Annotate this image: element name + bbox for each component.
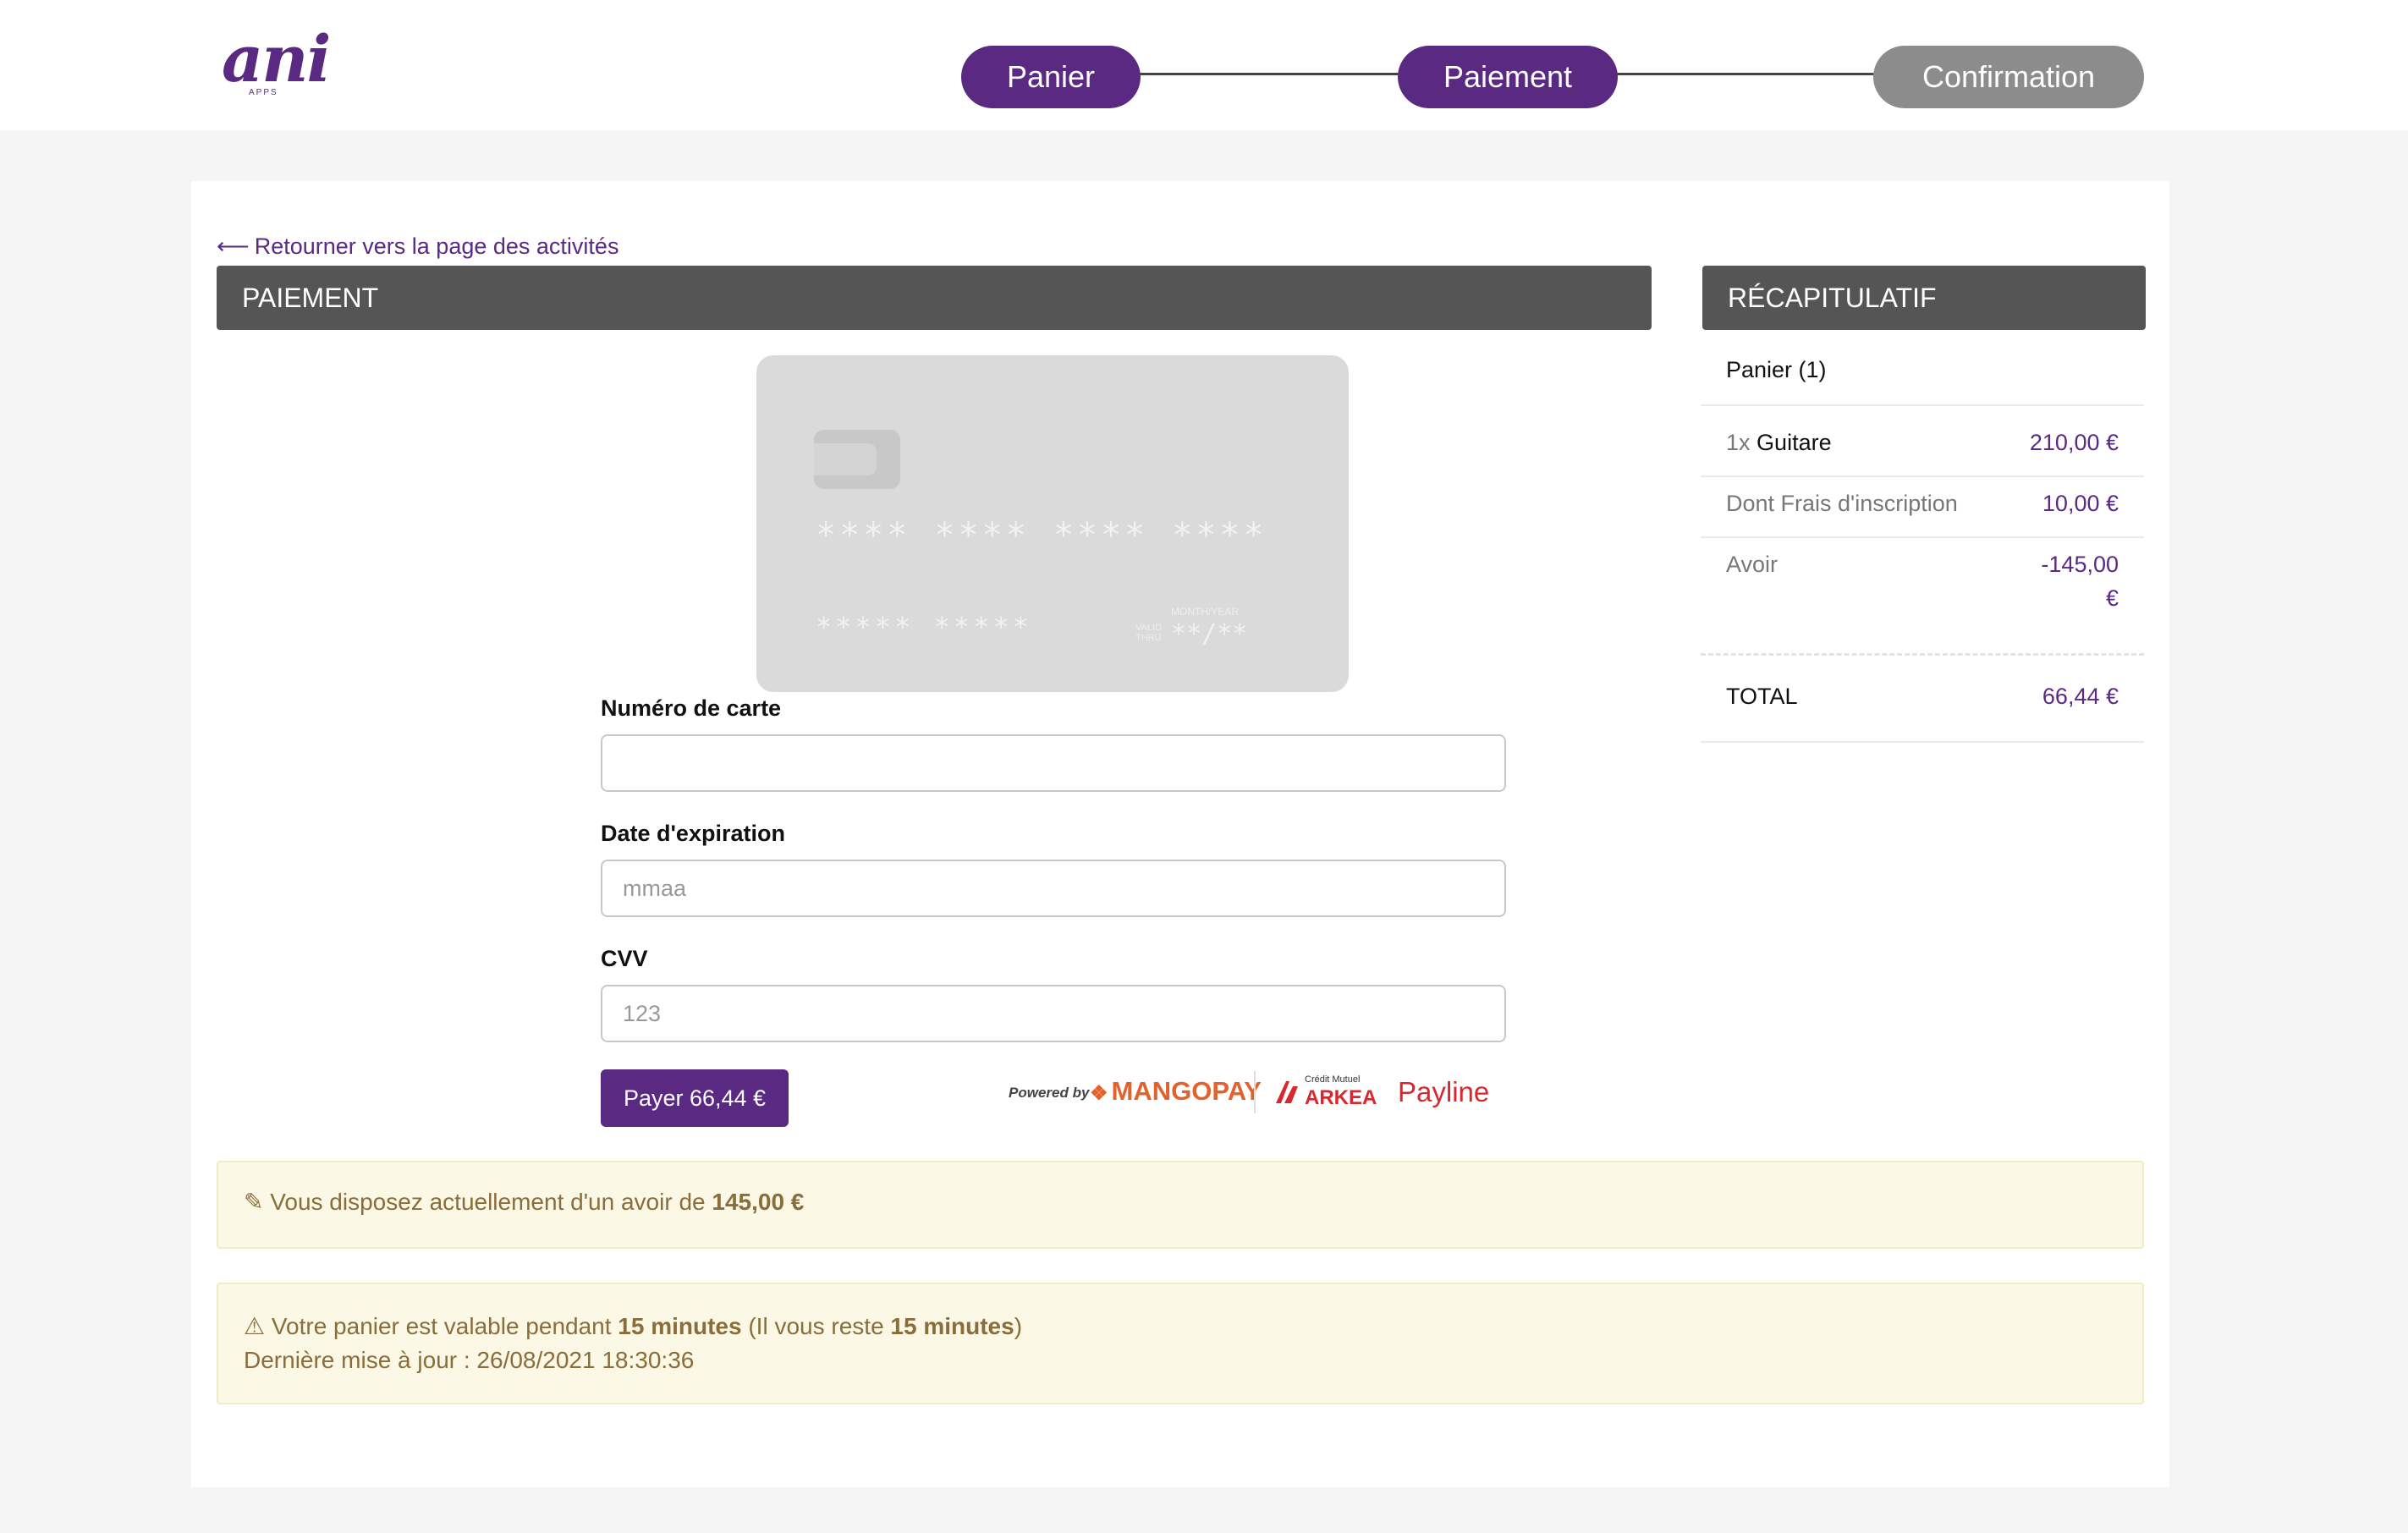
mangopay-text: MANGOPAY xyxy=(1111,1076,1262,1106)
credit-price-line2: € xyxy=(2105,585,2119,611)
total-label: TOTAL xyxy=(1726,684,1798,709)
arkea-icon xyxy=(1276,1081,1298,1103)
item-name: Guitare xyxy=(1757,430,1832,455)
card-expiry-mask: **/** xyxy=(1171,619,1248,649)
total-price: 66,44 € xyxy=(2042,684,2119,709)
arrow-left-icon: ⟵ xyxy=(217,234,250,259)
summary-cart-label: Panier (1) xyxy=(1726,357,1827,382)
step-connector xyxy=(1139,73,1399,75)
credit-alert: ✎ Vous disposez actuellement d'un avoir … xyxy=(217,1161,2144,1249)
card-name-mask: ***** ***** xyxy=(816,611,1032,643)
expiry-label: Date d'expiration xyxy=(601,821,785,846)
credit-amount: 145,00 € xyxy=(712,1189,805,1215)
step-panier[interactable]: Panier xyxy=(961,46,1141,108)
summary-dashed-divider xyxy=(1701,653,2144,656)
payment-providers: Powered by ❖ MANGOPAY Crédit Mutuel ARKEA… xyxy=(1009,1066,1516,1117)
fees-label: Dont Frais d'inscription xyxy=(1726,491,1958,516)
item-price: 210,00 € xyxy=(2029,430,2119,455)
timer-text-3: ) xyxy=(1014,1313,1023,1339)
step-paiement[interactable]: Paiement xyxy=(1398,46,1618,108)
arkea-subtext: Crédit Mutuel xyxy=(1305,1074,1361,1085)
pay-button[interactable]: Payer 66,44 € xyxy=(601,1069,789,1127)
expiry-input[interactable] xyxy=(601,860,1506,917)
last-update: Dernière mise à jour : 26/08/2021 18:30:… xyxy=(244,1347,695,1373)
summary-header: RÉCAPITULATIF xyxy=(1702,266,2146,330)
main-panel: ⟵ Retourner vers la page des activités PA… xyxy=(191,181,2169,1487)
card-number-label: Numéro de carte xyxy=(601,695,782,721)
checkout-steps: Panier Paiement Confirmation xyxy=(0,0,2408,130)
provider-divider xyxy=(1254,1071,1256,1113)
card-preview: **** **** **** **** ***** ***** VALID TH… xyxy=(756,355,1349,692)
step-connector xyxy=(1616,73,1877,75)
cart-timer-alert: ⚠ Votre panier est valable pendant 15 mi… xyxy=(217,1283,2144,1404)
credit-label: Avoir xyxy=(1726,552,1779,577)
credit-price-line1: -145,00 xyxy=(2041,552,2119,577)
timer-line: ⚠ Votre panier est valable pendant 15 mi… xyxy=(244,1310,2117,1343)
credit-alert-text: Vous disposez actuellement d'un avoir de xyxy=(270,1189,706,1215)
tag-icon: ✎ xyxy=(244,1189,264,1215)
warning-icon: ⚠ xyxy=(244,1313,266,1339)
item-qty: 1x xyxy=(1726,430,1751,455)
mangopay-icon: ❖ xyxy=(1090,1082,1108,1105)
top-bar: ani APPS Panier Paiement Confirmation xyxy=(0,0,2408,130)
summary-credit-row: Avoir -145,00 € xyxy=(1701,552,2144,619)
timer-text-2: (Il vous reste xyxy=(748,1313,884,1339)
timer-duration: 15 minutes xyxy=(618,1313,742,1339)
timer-text-1: Votre panier est valable pendant xyxy=(271,1313,612,1339)
summary-divider xyxy=(1701,536,2144,538)
timer-remaining: 15 minutes xyxy=(890,1313,1014,1339)
card-number-input[interactable] xyxy=(601,734,1506,792)
card-month-year: MONTH/YEAR xyxy=(1171,606,1240,618)
cvv-label: CVV xyxy=(601,946,648,971)
step-confirmation: Confirmation xyxy=(1873,46,2144,108)
back-link[interactable]: ⟵ Retourner vers la page des activités xyxy=(217,234,618,260)
summary-divider xyxy=(1701,741,2144,743)
mangopay-logo: ❖ MANGOPAY xyxy=(1090,1076,1262,1107)
fees-price: 10,00 € xyxy=(2042,491,2119,516)
card-valid-thru: VALID THRU xyxy=(1135,623,1162,643)
powered-by-label: Powered by xyxy=(1009,1085,1090,1101)
summary-divider xyxy=(1701,404,2144,406)
card-number-mask: **** **** **** **** xyxy=(816,516,1267,555)
card-chip-icon xyxy=(814,430,900,489)
summary-divider xyxy=(1701,475,2144,477)
cvv-input[interactable] xyxy=(601,985,1506,1042)
payline-logo: Payline xyxy=(1398,1076,1490,1107)
arkea-logo: ARKEA xyxy=(1305,1086,1377,1109)
payment-header: PAIEMENT xyxy=(217,266,1652,330)
back-link-label: Retourner vers la page des activités xyxy=(254,234,619,259)
